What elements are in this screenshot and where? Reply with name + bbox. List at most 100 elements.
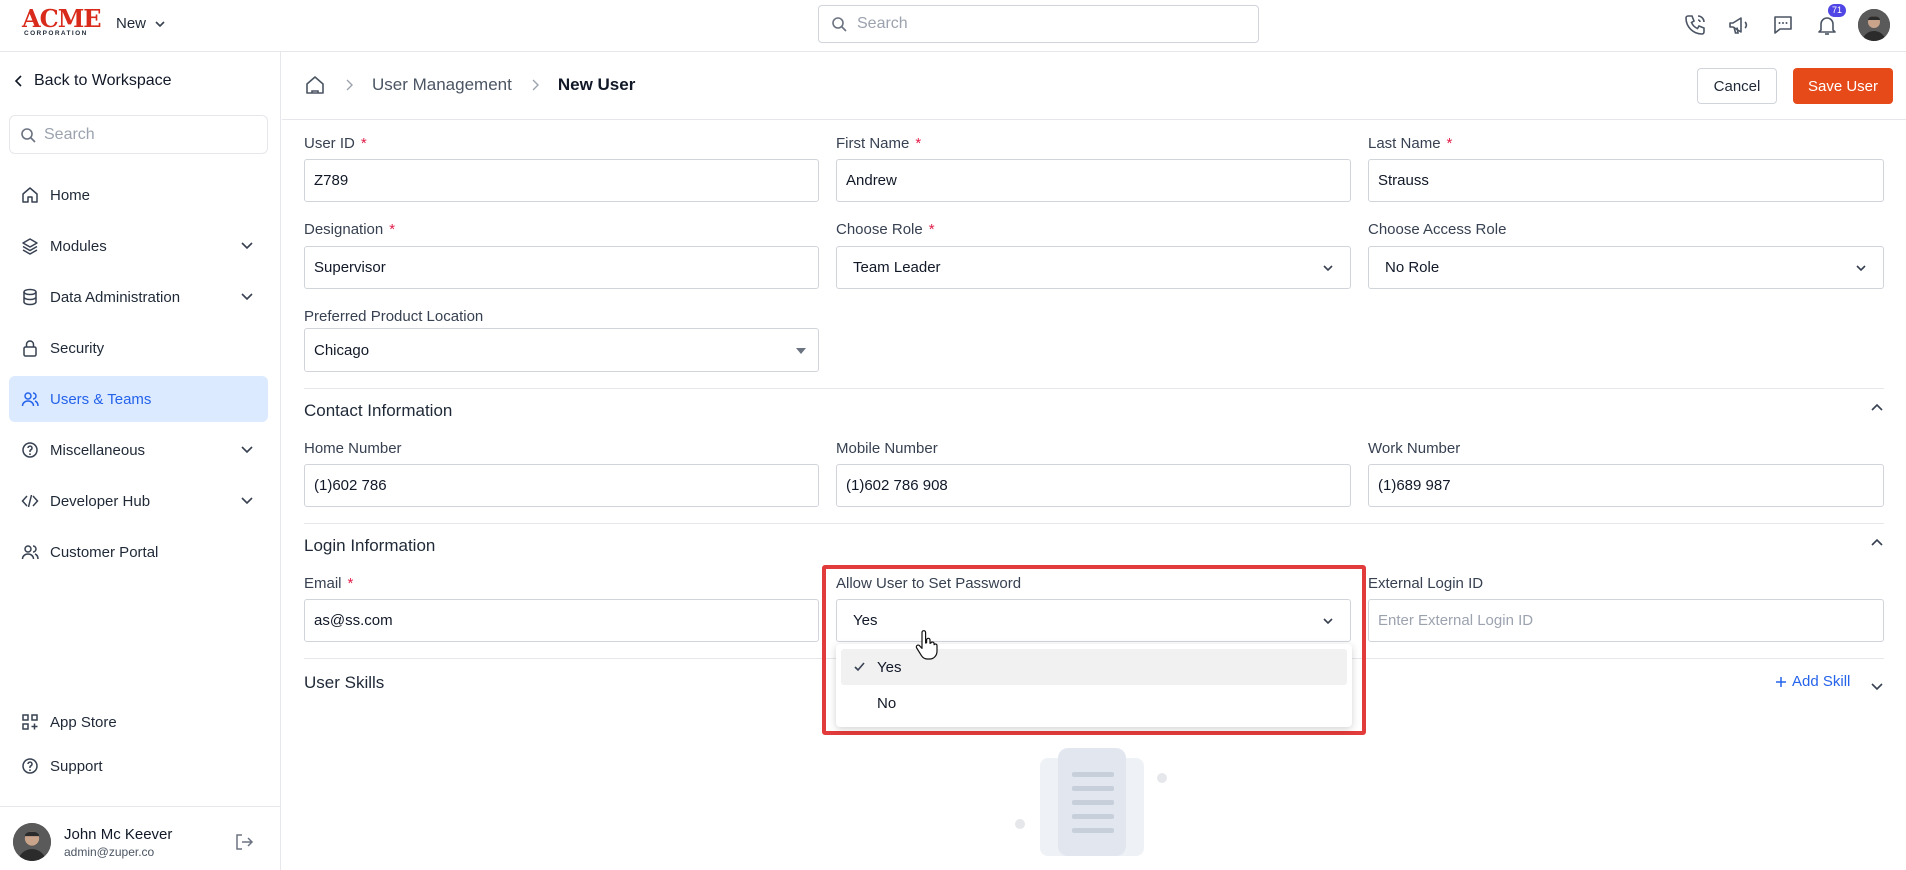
sidebar-item-label: Users & Teams — [50, 390, 152, 408]
work-number-label: Work Number — [1368, 440, 1461, 457]
contact-information-title: Contact Information — [304, 401, 453, 420]
page-header: User Management New User Cancel Save Use… — [282, 52, 1906, 120]
back-to-workspace-link[interactable]: Back to Workspace — [14, 72, 172, 90]
sidebar-item-label: Support — [50, 757, 103, 775]
access-role-value: No Role — [1385, 259, 1440, 276]
search-icon — [21, 127, 36, 143]
option-label: No — [877, 694, 897, 712]
new-menu-label: New — [116, 15, 147, 32]
sidebar-search[interactable] — [9, 115, 268, 154]
email-input[interactable] — [314, 612, 818, 629]
database-icon — [21, 288, 39, 306]
home-number-input[interactable] — [314, 477, 818, 494]
help-circle-icon — [21, 441, 39, 459]
mobile-number-input[interactable] — [846, 477, 1350, 494]
last-name-input[interactable] — [1378, 172, 1883, 189]
email-field[interactable] — [304, 599, 819, 642]
megaphone-icon[interactable] — [1726, 8, 1752, 42]
chevron-down-icon — [241, 293, 253, 301]
breadcrumb-user-management[interactable]: User Management — [372, 75, 512, 95]
sidebar-search-input[interactable] — [44, 125, 264, 144]
search-icon — [832, 17, 847, 32]
phone-icon[interactable] — [1682, 8, 1708, 42]
chevron-down-icon — [241, 446, 253, 454]
sidebar-item-miscellaneous[interactable]: Miscellaneous — [9, 427, 268, 473]
cancel-button[interactable]: Cancel — [1697, 68, 1777, 104]
chevron-right-icon — [346, 79, 353, 91]
mobile-number-field[interactable] — [836, 464, 1351, 507]
external-login-label: External Login ID — [1368, 575, 1484, 592]
company-logo[interactable]: ACME CORPORATION — [22, 6, 102, 40]
divider — [304, 388, 1884, 389]
home-number-field[interactable] — [304, 464, 819, 507]
first-name-field[interactable] — [836, 159, 1351, 202]
sidebar: Back to Workspace Home Modules Data Admi… — [0, 52, 281, 870]
user-avatar[interactable] — [13, 823, 51, 861]
new-menu-button[interactable]: New — [116, 15, 166, 32]
sidebar-item-users-teams[interactable]: Users & Teams — [9, 376, 268, 422]
sidebar-item-label: Developer Hub — [50, 492, 151, 510]
first-name-input[interactable] — [846, 172, 1350, 189]
sidebar-item-security[interactable]: Security — [9, 325, 268, 371]
sidebar-nav: Home Modules Data Administration Securit… — [9, 172, 268, 580]
sidebar-item-support[interactable]: Support — [9, 746, 268, 786]
home-icon[interactable] — [304, 74, 326, 96]
work-number-field[interactable] — [1368, 464, 1884, 507]
sidebar-item-app-store[interactable]: App Store — [9, 702, 268, 742]
user-id-field[interactable] — [304, 159, 819, 202]
sidebar-item-data-administration[interactable]: Data Administration — [9, 274, 268, 320]
home-icon — [21, 186, 39, 204]
chevron-down-icon[interactable] — [1870, 680, 1884, 692]
logout-icon[interactable] — [234, 832, 254, 852]
designation-input[interactable] — [314, 259, 818, 276]
global-search[interactable] — [818, 5, 1259, 43]
breadcrumb: User Management New User — [304, 74, 635, 96]
home-number-label: Home Number — [304, 440, 402, 457]
user-email: admin@zuper.co — [64, 845, 155, 859]
external-login-input[interactable] — [1378, 612, 1883, 629]
sidebar-item-label: Security — [50, 339, 105, 357]
add-skill-label: Add Skill — [1792, 673, 1851, 690]
user-id-input[interactable] — [314, 172, 818, 189]
sidebar-item-home[interactable]: Home — [9, 172, 268, 218]
sidebar-item-label: Modules — [50, 237, 107, 255]
user-avatar[interactable] — [1858, 9, 1890, 41]
top-icons: 71 — [1682, 4, 1890, 42]
bell-icon[interactable]: 71 — [1814, 4, 1846, 42]
add-skill-button[interactable]: Add Skill — [1775, 673, 1850, 690]
sidebar-item-label: Customer Portal — [50, 543, 159, 561]
user-id-label: User ID * — [304, 135, 367, 152]
chevron-down-icon — [1323, 265, 1333, 272]
chevron-up-icon[interactable] — [1870, 537, 1884, 549]
chat-icon[interactable] — [1770, 8, 1796, 42]
chevron-up-icon[interactable] — [1870, 402, 1884, 414]
sidebar-item-label: Home — [50, 186, 91, 204]
current-user-panel: John Mc Keever admin@zuper.co — [0, 806, 281, 870]
sidebar-item-customer-portal[interactable]: Customer Portal — [9, 529, 268, 575]
top-bar: ACME CORPORATION New 71 — [0, 0, 1906, 52]
save-user-button[interactable]: Save User — [1793, 68, 1893, 104]
global-search-input[interactable] — [857, 15, 1237, 33]
external-login-field[interactable] — [1368, 599, 1884, 642]
sidebar-item-label: Miscellaneous — [50, 441, 146, 459]
location-value: Chicago — [314, 341, 370, 359]
location-select[interactable]: Chicago — [304, 328, 819, 372]
last-name-field[interactable] — [1368, 159, 1884, 202]
work-number-input[interactable] — [1378, 477, 1883, 494]
sidebar-item-modules[interactable]: Modules — [9, 223, 268, 269]
sidebar-item-label: Data Administration — [50, 288, 181, 306]
empty-state-illustration — [1015, 748, 1167, 856]
back-label: Back to Workspace — [34, 72, 172, 89]
hand-cursor-icon — [915, 630, 938, 660]
chevron-down-icon — [1856, 265, 1866, 272]
login-information-title: Login Information — [304, 536, 436, 555]
last-name-label: Last Name * — [1368, 135, 1453, 152]
sidebar-item-developer-hub[interactable]: Developer Hub — [9, 478, 268, 524]
designation-field[interactable] — [304, 246, 819, 289]
dropdown-option-no[interactable]: No — [841, 685, 1347, 721]
access-role-label: Choose Access Role — [1368, 221, 1507, 238]
sidebar-bottom-nav: App Store Support — [9, 702, 268, 790]
location-label: Preferred Product Location — [304, 308, 484, 325]
choose-role-select[interactable]: Team Leader — [836, 246, 1351, 289]
access-role-select[interactable]: No Role — [1368, 246, 1884, 289]
